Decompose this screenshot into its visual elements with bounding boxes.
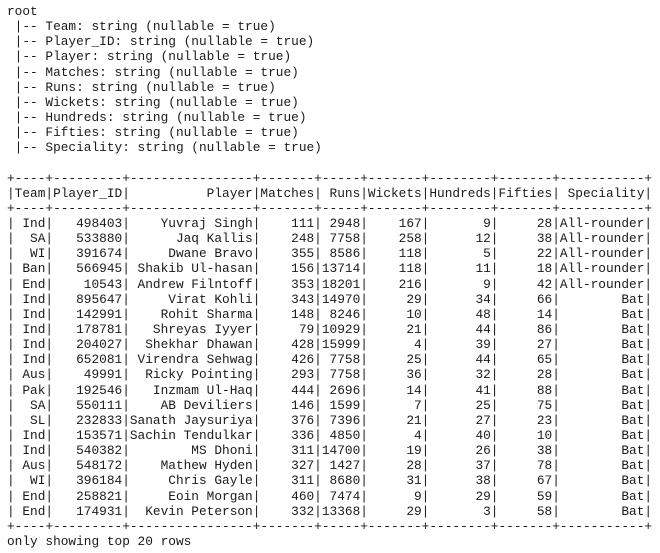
schema-field-fifties: |-- Fifties: string (nullable = true) — [7, 125, 299, 141]
table-top-border: +----+---------+----------------+-------… — [7, 170, 653, 186]
table-row: | Ind| 895647| Virat Kohli| 343|14970| 2… — [7, 291, 653, 307]
table-row: | Pak| 192546| Inzmam Ul-Haq| 444| 2696|… — [7, 382, 653, 398]
table-row: | End| 258821| Eoin Morgan| 460| 7474| 9… — [7, 488, 653, 504]
table-row: | Ind| 540382| MS Dhoni| 311|14700| 19| … — [7, 443, 653, 459]
schema-field-matches: |-- Matches: string (nullable = true) — [7, 64, 299, 80]
table-row: | End| 10543| Andrew Filntoff| 353|18201… — [7, 276, 653, 292]
table-header-border: +----+---------+----------------+-------… — [7, 200, 653, 216]
schema-field-hundreds: |-- Hundreds: string (nullable = true) — [7, 109, 307, 125]
schema-field-player_id: |-- Player_ID: string (nullable = true) — [7, 34, 315, 50]
console-output: root |-- Team: string (nullable = true) … — [7, 4, 652, 549]
table-row: | Ind| 142991| Rohit Sharma| 148| 8246| … — [7, 306, 653, 322]
table-row: | End| 174931| Kevin Peterson| 332|13368… — [7, 503, 653, 519]
table-bottom-border: +----+---------+----------------+-------… — [7, 518, 653, 534]
schema-field-list: |-- Team: string (nullable = true) |-- P… — [7, 19, 652, 155]
table-row: | SA| 533880| Jaq Kallis| 248| 7758| 258… — [7, 231, 653, 247]
table-row: | Ind| 153571|Sachin Tendulkar| 336| 485… — [7, 427, 653, 443]
schema-field-runs: |-- Runs: string (nullable = true) — [7, 79, 276, 95]
schema-field-team: |-- Team: string (nullable = true) — [7, 19, 276, 35]
schema-field-wickets: |-- Wickets: string (nullable = true) — [7, 94, 299, 110]
schema-field-speciality: |-- Speciality: string (nullable = true) — [7, 140, 322, 156]
table-row: | Aus| 548172| Mathew Hyden| 327| 1427| … — [7, 458, 653, 474]
table-footer-note: only showing top 20 rows — [7, 533, 192, 549]
table-header-row: |Team|Player_ID| Player|Matches| Runs|Wi… — [7, 185, 653, 201]
table-row: | Ind| 204027| Shekhar Dhawan| 428|15999… — [7, 337, 653, 353]
table-row: | SA| 550111| AB Deviliers| 146| 1599| 7… — [7, 397, 653, 413]
table-row: | Ind| 498403| Yuvraj Singh| 111| 2948| … — [7, 215, 653, 231]
table-row: | Ban| 566945| Shakib Ul-hasan| 156|1371… — [7, 261, 653, 277]
schema-root: root — [7, 4, 38, 19]
table-row: | SL| 232833|Sanath Jaysuriya| 376| 7396… — [7, 412, 653, 428]
schema-field-player: |-- Player: string (nullable = true) — [7, 49, 292, 65]
table-row: | Ind| 652081| Virendra Sehwag| 426| 775… — [7, 352, 653, 368]
table-row: | WI| 396184| Chris Gayle| 311| 8680| 31… — [7, 473, 653, 489]
table-row: | WI| 391674| Dwane Bravo| 355| 8586| 11… — [7, 246, 653, 262]
table-row: | Aus| 49991| Ricky Pointing| 293| 7758|… — [7, 367, 653, 383]
table-row: | Ind| 178781| Shreyas Iyyer| 79|10929| … — [7, 321, 653, 337]
table-body: | Ind| 498403| Yuvraj Singh| 111| 2948| … — [7, 216, 652, 519]
